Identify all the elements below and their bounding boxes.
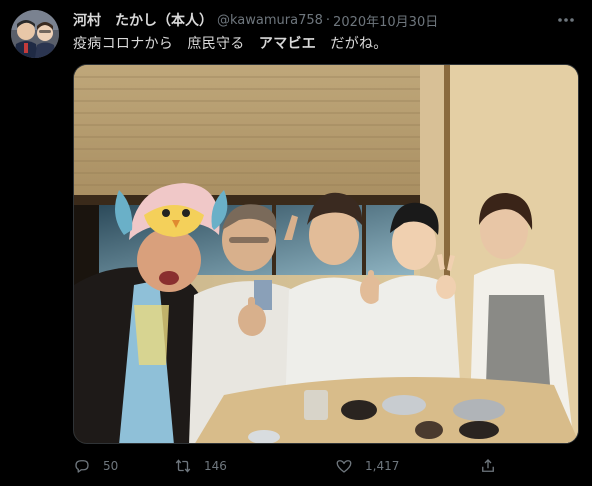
avatar[interactable]	[11, 10, 59, 58]
share-button[interactable]	[479, 455, 509, 477]
share-icon	[482, 459, 494, 472]
tweet-header: 河村 たかし（本人） @kawamura758 · 2020年10月30日	[73, 10, 438, 30]
group-photo-image	[74, 65, 578, 443]
tweet-text: 疫病コロナから 庶民守る アマビエ だがね。	[73, 33, 388, 53]
tweet-date[interactable]: 2020年10月30日	[333, 11, 438, 30]
tweet-actions: 50 146 1,417	[73, 455, 513, 477]
tweet-text-bold: アマビエ	[258, 36, 317, 52]
tweet-text-before: 疫病コロナから 庶民守る	[73, 36, 259, 52]
avatar-image	[11, 10, 59, 58]
tweet-photo[interactable]	[73, 64, 579, 444]
retweet-button[interactable]: 146	[174, 455, 227, 477]
separator-dot: ·	[325, 12, 331, 28]
heart-icon	[336, 460, 352, 473]
display-name[interactable]: 河村 たかし（本人）	[73, 10, 213, 30]
reply-button[interactable]: 50	[73, 455, 118, 477]
tweet[interactable]: 河村 たかし（本人） @kawamura758 · 2020年10月30日 疫病…	[0, 0, 592, 486]
tweet-text-after: だがね。	[316, 36, 388, 52]
retweet-count: 146	[204, 459, 227, 473]
more-icon[interactable]	[556, 10, 576, 30]
user-handle[interactable]: @kawamura758	[217, 13, 323, 28]
retweet-icon	[175, 459, 191, 473]
reply-count: 50	[103, 459, 119, 473]
like-button[interactable]: 1,417	[335, 455, 399, 477]
reply-icon	[75, 460, 89, 473]
like-count: 1,417	[365, 459, 400, 473]
